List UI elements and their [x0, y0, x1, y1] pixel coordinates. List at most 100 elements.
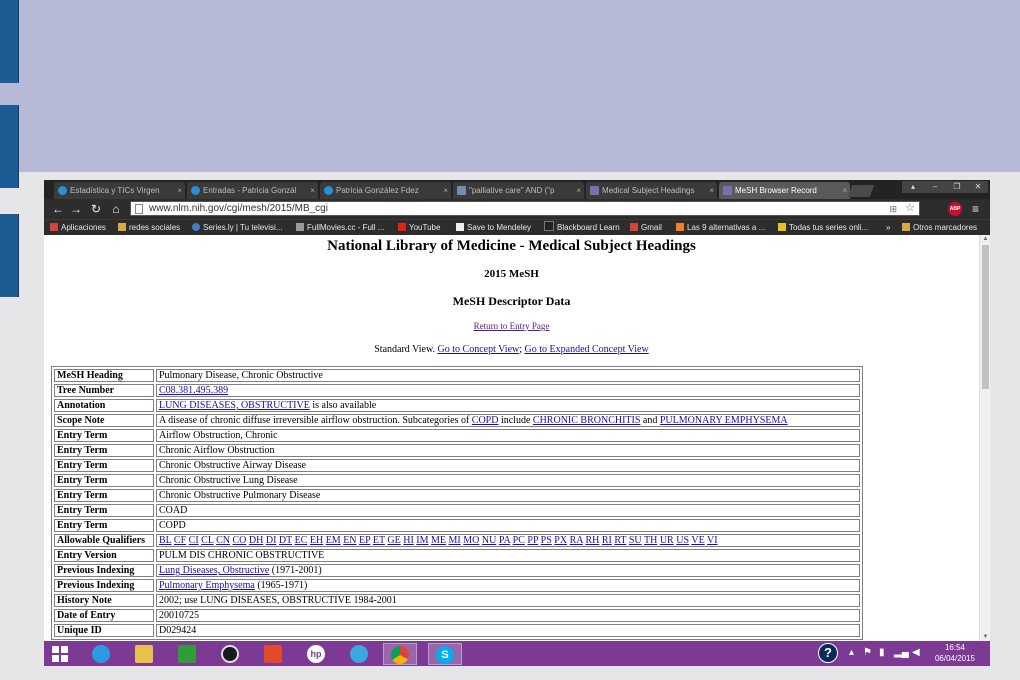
qualifier-link-su[interactable]: SU [629, 535, 642, 546]
scroll-up-arrow-icon[interactable]: ▲ [980, 235, 990, 243]
qualifier-link-ec[interactable]: EC [295, 535, 308, 546]
tab-close-icon[interactable]: × [177, 182, 182, 199]
qualifier-link-mo[interactable]: MO [463, 535, 479, 546]
qualifier-link-eh[interactable]: EH [310, 535, 323, 546]
qualifier-link-px[interactable]: PX [554, 535, 567, 546]
chrome-icon[interactable] [383, 643, 417, 665]
qualifier-link-em[interactable]: EM [326, 535, 341, 546]
qualifier-link-co[interactable]: CO [232, 535, 246, 546]
bookmark-alternativas[interactable]: Las 9 alternativas a ... [676, 220, 765, 235]
system-clock[interactable]: 16:54 06/04/2015 [930, 642, 980, 664]
qualifier-link-dt[interactable]: DT [279, 535, 292, 546]
qualifier-link-ve[interactable]: VE [691, 535, 704, 546]
media-player-icon[interactable] [213, 643, 247, 665]
qualifier-link-ge[interactable]: GE [387, 535, 400, 546]
qualifier-link-rt[interactable]: RT [614, 535, 626, 546]
help-icon[interactable]: ? [818, 643, 838, 663]
network-icon[interactable]: ▂▄ [894, 644, 909, 662]
volume-icon[interactable]: ◀ [912, 644, 920, 662]
qualifier-link-me[interactable]: ME [431, 535, 446, 546]
pulmonary-emphysema-link[interactable]: PULMONARY EMPHYSEMA [660, 415, 788, 426]
adblock-plus-icon[interactable]: ABP [948, 202, 962, 216]
bookmark-blackboard[interactable]: Blackboard Learn [544, 220, 620, 235]
annotation-link[interactable]: LUNG DISEASES, OBSTRUCTIVE [159, 400, 310, 411]
hp-icon[interactable]: hp [299, 643, 333, 665]
tab-close-icon[interactable]: × [842, 182, 847, 199]
qualifier-link-ep[interactable]: EP [359, 535, 370, 546]
qualifier-link-hi[interactable]: HI [403, 535, 414, 546]
tab-estadistica[interactable]: Estadística y TICs Virgen × [54, 182, 185, 199]
bookmark-seriesly[interactable]: Series.ly | Tu televisi... [192, 220, 282, 235]
tab-close-icon[interactable]: × [310, 182, 315, 199]
qualifier-link-di[interactable]: DI [266, 535, 277, 546]
tab-patricia[interactable]: Patricia González Fdez × [320, 182, 451, 199]
close-window-button[interactable]: ✕ [968, 181, 988, 193]
bookmark-fullmovies[interactable]: FullMovies.cc - Full ... [296, 220, 384, 235]
other-bookmarks[interactable]: Otros marcadores [902, 220, 977, 235]
windows-start-icon[interactable] [52, 646, 68, 662]
qualifier-link-im[interactable]: IM [416, 535, 428, 546]
tab-close-icon[interactable]: × [576, 182, 581, 199]
menu-icon[interactable]: ≡ [972, 201, 979, 217]
qualifier-link-vi[interactable]: VI [707, 535, 718, 546]
scroll-thumb[interactable] [982, 245, 989, 389]
qualifier-link-dh[interactable]: DH [249, 535, 263, 546]
copd-link[interactable]: COPD [472, 415, 499, 426]
bookmark-mendeley[interactable]: Save to Mendeley [456, 220, 531, 235]
qualifier-link-pa[interactable]: PA [499, 535, 510, 546]
tab-medical-subject-headings[interactable]: Medical Subject Headings × [586, 182, 717, 199]
qualifier-link-cf[interactable]: CF [174, 535, 186, 546]
chronic-bronchitis-link[interactable]: CHRONIC BRONCHITIS [533, 415, 641, 426]
tab-palliative-care[interactable]: "palliative care" AND ("p × [453, 182, 584, 199]
lung-diseases-obstructive-link[interactable]: Lung Diseases, Obstructive [159, 565, 269, 576]
qualifier-link-cn[interactable]: CN [216, 535, 230, 546]
qualifier-link-nu[interactable]: NU [482, 535, 496, 546]
address-bar[interactable]: www.nlm.nih.gov/cgi/mesh/2015/MB_cgi ⊞ ☆ [130, 201, 920, 216]
bookmark-youtube[interactable]: YouTube [398, 220, 440, 235]
reload-icon[interactable]: ↻ [88, 201, 104, 217]
internet-explorer-icon[interactable] [84, 643, 118, 665]
cloud-app-icon[interactable] [342, 643, 376, 665]
qualifier-link-cl[interactable]: CL [201, 535, 213, 546]
file-explorer-icon[interactable] [127, 643, 161, 665]
forward-arrow-icon[interactable]: → [68, 201, 84, 217]
return-to-entry-link[interactable]: Return to Entry Page [474, 321, 550, 331]
new-tab-button[interactable] [847, 185, 875, 197]
tab-mesh-browser-record[interactable]: MeSH Browser Record × [719, 182, 850, 199]
concept-view-link[interactable]: Go to Concept View [438, 344, 520, 355]
tray-overflow-chevron-icon[interactable]: ▴ [849, 644, 854, 662]
bookmark-apps[interactable]: Aplicaciones [50, 220, 106, 235]
flag-icon[interactable]: ⚑ [863, 644, 872, 662]
expanded-concept-view-link[interactable]: Go to Expanded Concept View [525, 344, 649, 355]
qualifier-link-ri[interactable]: RI [602, 535, 612, 546]
home-icon[interactable]: ⌂ [108, 201, 124, 217]
qualifier-link-rh[interactable]: RH [585, 535, 599, 546]
bookmark-redes-sociales[interactable]: redes sociales [118, 220, 180, 235]
qualifier-link-ur[interactable]: UR [660, 535, 674, 546]
bookmark-todas-tus-series[interactable]: Todas tus series onli... [778, 220, 868, 235]
qualifier-link-ra[interactable]: RA [570, 535, 583, 546]
scroll-down-arrow-icon[interactable]: ▼ [980, 633, 990, 641]
battery-icon[interactable]: ▮ [879, 644, 885, 662]
store-icon[interactable] [170, 643, 204, 665]
qualifier-link-th[interactable]: TH [644, 535, 657, 546]
qualifier-link-en[interactable]: EN [343, 535, 356, 546]
bookmark-gmail[interactable]: Gmail [630, 220, 662, 235]
qualifier-link-et[interactable]: ET [373, 535, 385, 546]
bookmark-star-icon[interactable]: ☆ [905, 201, 915, 215]
skype-icon[interactable]: S [428, 643, 462, 665]
qualifier-link-pp[interactable]: PP [527, 535, 538, 546]
qualifier-link-ci[interactable]: CI [189, 535, 199, 546]
qualifier-link-ps[interactable]: PS [541, 535, 552, 546]
back-arrow-icon[interactable]: ← [50, 201, 66, 217]
tab-close-icon[interactable]: × [443, 182, 448, 199]
pulmonary-emphysema-index-link[interactable]: Pulmonary Emphysema [159, 580, 255, 591]
tab-entradas[interactable]: Entradas - Patricia Gonzál × [187, 182, 318, 199]
profile-icon[interactable]: ▴ [902, 181, 924, 193]
restore-button[interactable]: ❐ [946, 181, 968, 193]
translate-icon[interactable]: ⊞ [889, 202, 897, 216]
bookmarks-overflow-chevron[interactable]: » [886, 220, 890, 235]
photo-app-icon[interactable] [256, 643, 290, 665]
minimize-button[interactable]: – [924, 181, 946, 193]
qualifier-link-us[interactable]: US [676, 535, 689, 546]
